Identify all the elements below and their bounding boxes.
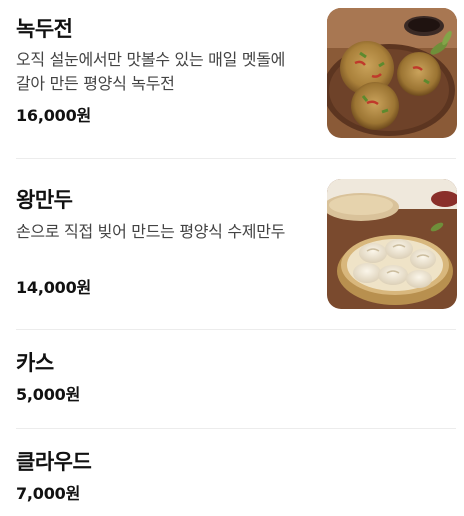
menu-item-cloud[interactable]: 클라우드 7,000원 — [0, 429, 464, 516]
menu-item-name: 카스 — [16, 351, 54, 375]
menu-list: 녹두전 오직 설눈에서만 맛볼수 있는 매일 멧돌에 갈아 만든 평양식 녹두전… — [0, 0, 464, 516]
menu-item-name: 클라우드 — [16, 450, 92, 474]
menu-item-cass[interactable]: 카스 5,000원 — [0, 330, 464, 428]
menu-item-photo — [327, 179, 457, 309]
menu-item-king-dumpling[interactable]: 왕만두 손으로 직접 빚어 만드는 평양식 수제만두 14,000원 — [0, 159, 464, 329]
dumplings-in-steamer-photo — [327, 179, 457, 309]
mung-bean-pancake-photo — [327, 8, 457, 138]
menu-item-price: 5,000원 — [16, 385, 81, 404]
menu-item-photo — [327, 8, 457, 138]
menu-item-description: 손으로 직접 빚어 만드는 평양식 수제만두 — [16, 222, 286, 241]
menu-item-mung-bean-pancake[interactable]: 녹두전 오직 설눈에서만 맛볼수 있는 매일 멧돌에 갈아 만든 평양식 녹두전… — [0, 0, 464, 158]
menu-item-price: 7,000원 — [16, 484, 81, 503]
menu-item-price: 16,000원 — [16, 106, 92, 125]
menu-item-name: 왕만두 — [16, 188, 73, 212]
menu-item-name: 녹두전 — [16, 17, 73, 41]
menu-item-description: 오직 설눈에서만 맛볼수 있는 매일 멧돌에 갈아 만든 평양식 녹두전 — [16, 50, 286, 93]
menu-item-price: 14,000원 — [16, 278, 92, 297]
